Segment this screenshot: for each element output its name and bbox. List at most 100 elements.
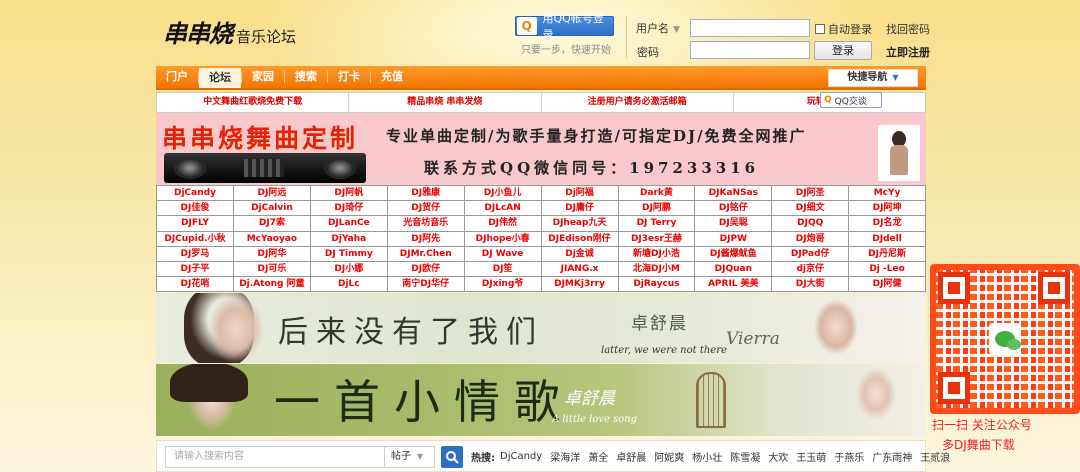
dj-link[interactable]: Dj.Atong 阿童 [232, 276, 311, 293]
dj-link[interactable]: McYaoyao [232, 230, 311, 247]
dj-link[interactable]: DJ Terry [617, 215, 696, 232]
register-link[interactable]: 立即注册 [886, 44, 930, 60]
announcement-link[interactable]: 注册用户请务必激活邮箱 [542, 93, 734, 112]
hot-search-item[interactable]: DjCandy [500, 451, 542, 462]
dj-link[interactable]: DJ丹尼斯 [848, 245, 926, 262]
auto-login-option[interactable]: 自动登录 [815, 21, 872, 37]
dj-link[interactable]: DjCalvin [232, 200, 311, 217]
login-button[interactable]: 登录 [814, 41, 872, 60]
dj-link[interactable]: DJEdison刚仔 [540, 230, 619, 247]
dj-link[interactable]: APRIL 美美 [694, 276, 773, 293]
qr-sidebar[interactable]: 扫一扫 关注公众号 多DJ舞曲下载 [926, 260, 1080, 472]
dj-link[interactable]: DJ Wave [463, 245, 542, 262]
dj-link[interactable]: DJMKj3rry [540, 276, 619, 293]
dj-link[interactable]: DJxing爷 [463, 276, 542, 293]
dj-link[interactable]: DJLcAN [463, 200, 542, 217]
dj-link[interactable]: DjRaycus [617, 276, 696, 293]
dj-link[interactable]: 南宁DJ华仔 [386, 276, 465, 293]
hot-search-item[interactable]: 于燕乐 [834, 449, 864, 464]
dj-link[interactable]: JIANG.x [540, 260, 619, 278]
dj-link[interactable]: DJ阿健 [848, 276, 926, 293]
dj-link[interactable]: DJ笙 [463, 260, 542, 278]
dj-link[interactable]: dj京仔 [771, 260, 850, 278]
auto-login-checkbox[interactable] [815, 24, 825, 34]
dj-link[interactable]: DJ雅康 [386, 184, 465, 202]
username-type-select[interactable]: 用户名 ▼ [636, 20, 680, 36]
song-banner-later[interactable]: 后来没有了我们 卓舒晨 latter, we were not there Vi… [156, 293, 926, 363]
dj-link[interactable]: 北海DJ小M [617, 260, 696, 278]
dj-link[interactable]: DJ阿帆 [309, 184, 388, 202]
hot-search-item[interactable]: 杨小壮 [692, 449, 722, 464]
username-input[interactable] [690, 19, 810, 37]
dj-link[interactable]: DJMr.Chen [386, 245, 465, 262]
hot-search-item[interactable]: 梁海洋 [550, 449, 580, 464]
hot-search-item[interactable]: 萧全 [588, 449, 608, 464]
dj-link[interactable]: DJ小鱼儿 [463, 184, 542, 202]
dj-link[interactable]: DJ阿华 [232, 245, 311, 262]
dj-link[interactable]: DJ阿圣 [771, 184, 850, 202]
dj-link[interactable]: DJheap九天 [540, 215, 619, 232]
dj-link[interactable]: McYy [848, 184, 926, 202]
nav-item-forum[interactable]: 论坛 [199, 68, 241, 88]
password-input[interactable] [690, 41, 810, 59]
dj-link[interactable]: DJ阿远 [232, 184, 311, 202]
dj-link[interactable]: DJ花哨 [156, 276, 234, 293]
dj-link[interactable]: DJ可乐 [232, 260, 311, 278]
dj-link[interactable]: Dark黄 [617, 184, 696, 202]
dj-link[interactable]: DJ细文 [771, 200, 850, 217]
find-password-link[interactable]: 找回密码 [886, 21, 930, 37]
dj-link[interactable]: DjCandy [156, 184, 234, 202]
announcement-link[interactable]: 中文舞曲红歌烧免费下载 [157, 93, 350, 112]
dj-link[interactable]: DJKaNSas [694, 184, 773, 202]
search-type-select[interactable]: 帖子 ▼ [385, 446, 435, 468]
dj-link[interactable]: DJ佳俊 [156, 200, 234, 217]
dj-link[interactable]: DJ名龙 [848, 215, 926, 232]
dj-link[interactable]: DJ炮哥 [771, 230, 850, 247]
dj-link[interactable]: DJ欧仔 [386, 260, 465, 278]
search-input[interactable]: 请输入搜索内容 [165, 446, 385, 468]
song-banner-love-song[interactable]: 一首小情歌 卓舒晨 A little love song [156, 364, 926, 436]
dj-link[interactable]: DJ小娜 [309, 260, 388, 278]
dj-link[interactable]: DJ阿鹏 [617, 200, 696, 217]
dj-link[interactable]: DJ3esr王赫 [617, 230, 696, 247]
hot-search-item[interactable]: 大欢 [768, 449, 788, 464]
nav-item-portal[interactable]: 门户 [156, 66, 198, 88]
nav-item-checkin[interactable]: 打卡 [328, 66, 370, 88]
dj-link[interactable]: Dj -Leo [848, 260, 926, 278]
dj-link[interactable]: DJ伟然 [463, 215, 542, 232]
hot-search-item[interactable]: 广东雨神 [872, 449, 912, 464]
dj-link[interactable]: DJ子平 [156, 260, 234, 278]
dj-link[interactable]: DJ阿先 [386, 230, 465, 247]
dj-link[interactable]: DJQuan [694, 260, 773, 278]
dj-link[interactable]: 光音坊音乐 [386, 215, 465, 232]
dj-link[interactable]: DJ7索 [232, 215, 311, 232]
nav-item-recharge[interactable]: 充值 [371, 66, 413, 88]
search-button[interactable] [441, 446, 463, 468]
dj-link[interactable]: DJLanCe [309, 215, 388, 232]
dj-link[interactable]: Dj阿福 [540, 184, 619, 202]
dj-link[interactable]: DJ贺仔 [386, 200, 465, 217]
quick-nav-dropdown[interactable]: 快捷导航 ▼ [828, 69, 918, 87]
announcement-link[interactable]: 精品串烧 串串发烧 [349, 93, 542, 112]
dj-link[interactable]: DjYaha [309, 230, 388, 247]
qq-login-button[interactable]: Q 用QQ帐号登录 [515, 12, 614, 41]
dj-link[interactable]: DJ吴聪 [694, 215, 773, 232]
site-logo[interactable]: 串串烧 音乐论坛 [163, 14, 296, 49]
qq-chat-button[interactable]: Q QQ交谈 [820, 92, 882, 108]
dj-link[interactable]: DJPW [694, 230, 773, 247]
dj-link[interactable]: DJCupid.小秋 [156, 230, 234, 247]
dj-link[interactable]: DJPad仔 [771, 245, 850, 262]
dj-link[interactable]: Dj金诚 [540, 245, 619, 262]
dj-link[interactable]: DJdell [848, 230, 926, 247]
dj-link[interactable]: DJ庸仔 [540, 200, 619, 217]
dj-link[interactable]: DJFLY [156, 215, 234, 232]
dj-link[interactable]: DJ酱爆鱿鱼 [694, 245, 773, 262]
dj-link[interactable]: DJ阿坤 [848, 200, 926, 217]
dj-link[interactable]: DJ琦仔 [309, 200, 388, 217]
dj-link[interactable]: DJhope小春 [463, 230, 542, 247]
nav-item-home[interactable]: 家园 [242, 66, 284, 88]
dj-link[interactable]: DJ大街 [771, 276, 850, 293]
hot-search-item[interactable]: 王玉萌 [796, 449, 826, 464]
hot-search-item[interactable]: 陈雪凝 [730, 449, 760, 464]
dj-link[interactable]: DJ铭仔 [694, 200, 773, 217]
